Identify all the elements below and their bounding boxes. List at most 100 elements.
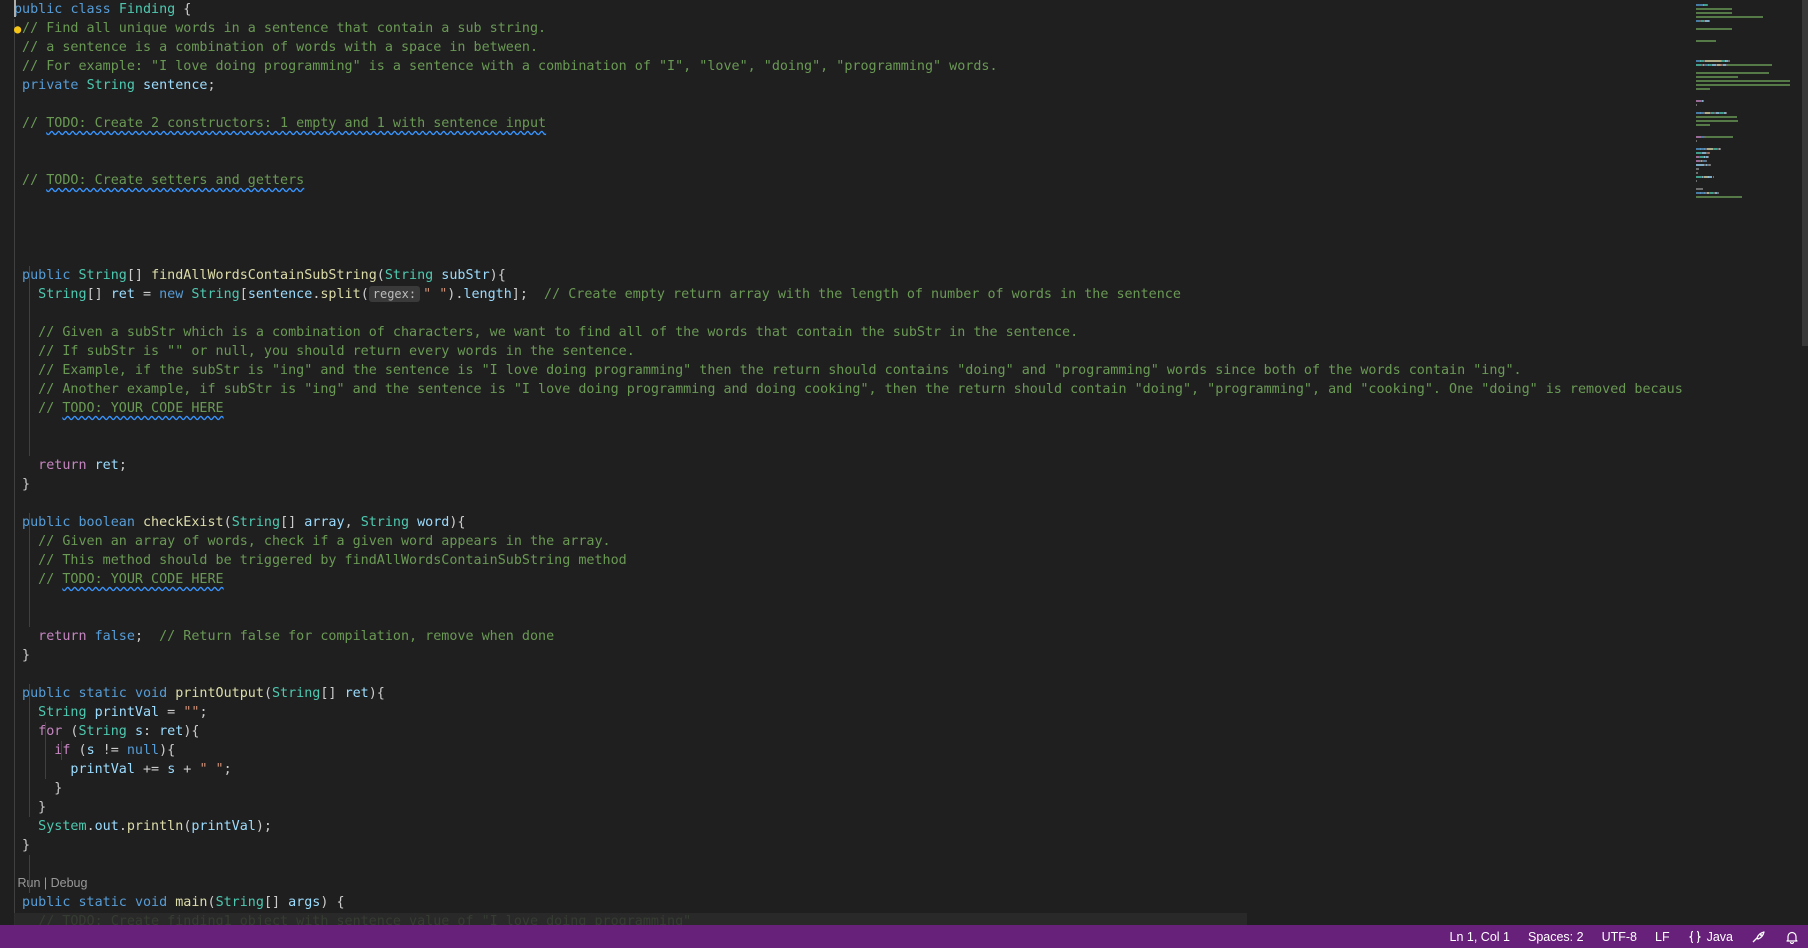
indent-guide [14,665,15,684]
status-encoding[interactable]: UTF-8 [1593,925,1646,948]
code-line[interactable]: String[] ret = new String[sentence.split… [0,285,1682,304]
code-line[interactable]: // Given a subStr which is a combination… [0,323,1682,342]
code-line[interactable] [0,665,1682,684]
code-line[interactable]: String printVal = ""; [0,703,1682,722]
status-cursor-position[interactable]: Ln 1, Col 1 [1441,925,1519,948]
indent-guide [14,133,15,152]
status-notifications[interactable] [1776,925,1808,948]
code-line[interactable]: ● // Find all unique words in a sentence… [0,19,1682,38]
code-line[interactable]: public static void printOutput(String[] … [0,684,1682,703]
code-line[interactable]: // For example: "I love doing programmin… [0,57,1682,76]
lightbulb-icon[interactable]: ● [14,20,21,39]
minimap[interactable] [1690,0,1802,925]
code-token: void [134,686,168,701]
code-token: ; [118,458,127,473]
code-line[interactable]: // a sentence is a combination of words … [0,38,1682,57]
code-line[interactable]: return ret; [0,456,1682,475]
code-line[interactable]: // Given an array of words, check if a g… [0,532,1682,551]
code-line[interactable]: private String sentence; [0,76,1682,95]
indent-guide [29,418,30,437]
code-token: static [78,895,127,910]
vertical-scrollbar[interactable] [1802,0,1808,346]
code-token: } [14,781,63,796]
code-token: word [417,515,450,530]
indent-guide [29,703,30,722]
codelens-run-debug[interactable]: Run | Debug [14,876,87,890]
code-line[interactable]: } [0,798,1682,817]
code-line[interactable]: public String[] findAllWordsContainSubSt… [0,266,1682,285]
code-token: { [175,2,192,17]
code-line[interactable] [0,95,1682,114]
code-token: " " [423,287,448,302]
code-line[interactable]: // TODO: YOUR CODE HERE [0,570,1682,589]
code-line[interactable]: } [0,475,1682,494]
code-line[interactable] [0,437,1682,456]
code-line[interactable]: // TODO: Create setters and getters [0,171,1682,190]
indent-guide [14,475,15,494]
code-line[interactable]: // TODO: Create 2 constructors: 1 empty … [0,114,1682,133]
indent-guide [14,627,15,646]
code-line[interactable] [0,589,1682,608]
minimap-line [1698,40,1716,42]
indent-guide [29,551,30,570]
indent-guide [14,399,15,418]
todo-comment: TODO: YOUR CODE HERE [62,572,224,587]
code-line[interactable]: // If subStr is "" or null, you should r… [0,342,1682,361]
code-line[interactable] [0,228,1682,247]
code-line[interactable] [0,304,1682,323]
minimap-line [1709,20,1710,22]
status-indentation[interactable]: Spaces: 2 [1519,925,1593,948]
code-line[interactable] [0,418,1682,437]
code-line[interactable] [0,855,1682,874]
code-line[interactable] [0,133,1682,152]
cursor-position-label: Ln 1, Col 1 [1449,929,1510,944]
code-line[interactable]: // Example, if the subStr is "ing" and t… [0,361,1682,380]
code-line[interactable]: public class Finding { [0,0,1682,19]
inlay-parameter-hint: regex: [368,286,421,302]
indent-guide [14,513,15,532]
code-line[interactable] [0,494,1682,513]
status-copilot[interactable] [1742,925,1776,948]
indent-guide [14,380,15,399]
code-line[interactable]: public static void main(String[] args) { [0,893,1682,912]
code-line[interactable]: // This method should be triggered by fi… [0,551,1682,570]
code-token: ){ [368,686,385,701]
code-lines[interactable]: public class Finding {● // Find all uniq… [0,0,1682,925]
code-token: = [134,287,160,302]
code-line[interactable] [0,190,1682,209]
code-line[interactable] [0,209,1682,228]
code-token: ]; [511,287,545,302]
code-line[interactable]: Run | Debug [0,874,1682,893]
indent-guide [29,361,30,380]
code-line[interactable]: // Another example, if subStr is "ing" a… [0,380,1682,399]
code-token: [ [239,287,248,302]
status-line-ending[interactable]: LF [1646,925,1679,948]
indent-guide [14,893,15,912]
code-line[interactable]: System.out.println(printVal); [0,817,1682,836]
code-line[interactable]: // TODO: YOUR CODE HERE [0,399,1682,418]
code-token: ; [223,762,232,777]
code-line[interactable]: } [0,779,1682,798]
minimap-line [1696,12,1732,14]
status-language-mode[interactable]: Java [1679,925,1742,948]
code-editor[interactable]: public class Finding {● // Find all uniq… [0,0,1682,925]
code-line[interactable]: if (s != null){ [0,741,1682,760]
braces-icon [1688,930,1702,944]
code-token: "" [183,705,200,720]
code-line[interactable] [0,152,1682,171]
code-line[interactable] [0,247,1682,266]
code-line[interactable]: printVal += s + " "; [0,760,1682,779]
code-line[interactable]: } [0,646,1682,665]
code-token: ( [207,895,216,910]
code-line[interactable]: } [0,836,1682,855]
code-token: String [384,268,434,283]
indent-guide [14,703,15,722]
code-line[interactable]: for (String s: ret){ [0,722,1682,741]
code-line[interactable]: public boolean checkExist(String[] array… [0,513,1682,532]
code-line[interactable]: return false; // Return false for compil… [0,627,1682,646]
code-line[interactable] [0,608,1682,627]
